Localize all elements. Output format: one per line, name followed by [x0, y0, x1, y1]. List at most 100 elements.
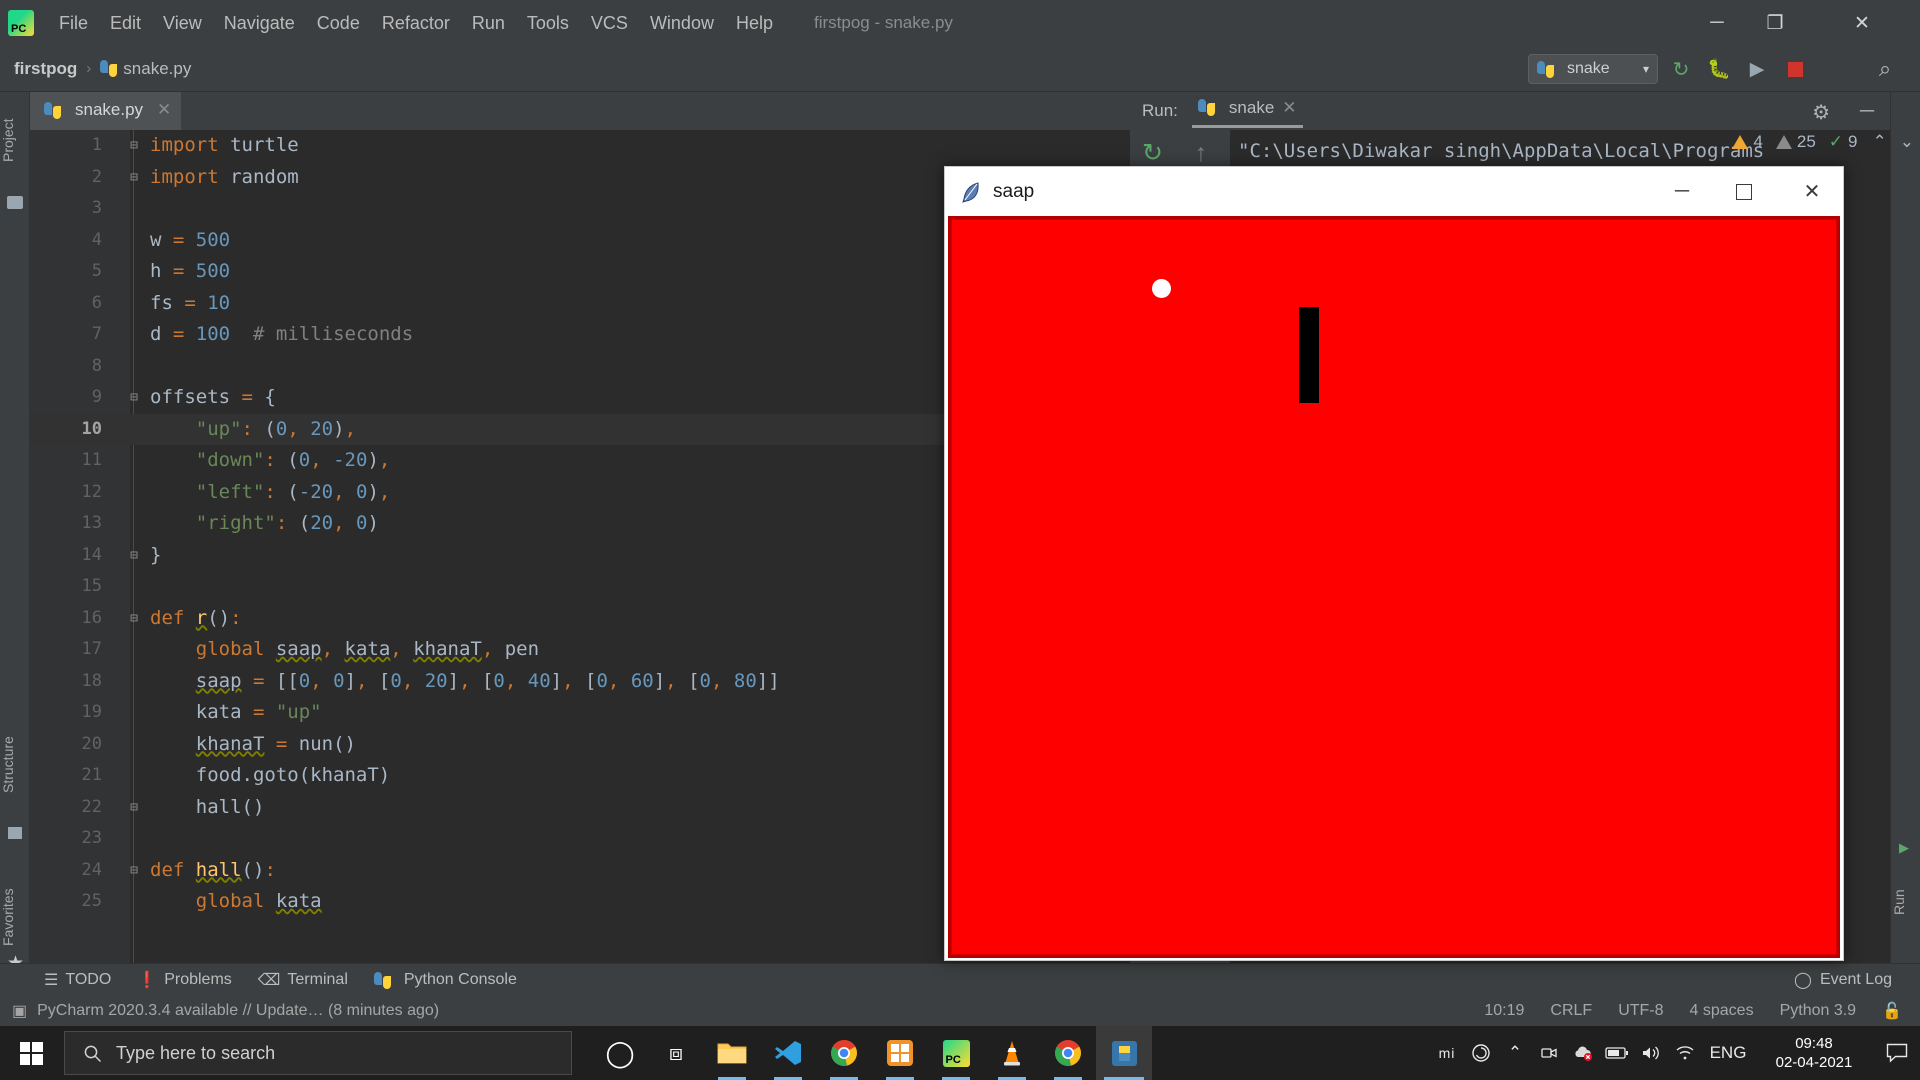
fold-icon[interactable] [126, 634, 142, 666]
window-maximize-button[interactable]: ❐ [1746, 0, 1804, 46]
run-strip-icon[interactable]: ▶ [1899, 840, 1909, 856]
gear-icon[interactable]: ⚙ [1812, 100, 1830, 125]
fold-icon[interactable]: ⊟ [126, 540, 142, 572]
scroll-up-icon[interactable]: ↑ [1188, 140, 1214, 166]
lock-icon[interactable]: 🔓 [1882, 1001, 1902, 1021]
window-close-button[interactable]: ✕ [1804, 0, 1920, 46]
fold-icon[interactable] [126, 193, 142, 225]
fold-icon[interactable] [126, 823, 142, 855]
menu-help[interactable]: Help [725, 9, 784, 38]
breadcrumb-file[interactable]: snake.py [123, 59, 191, 79]
status-message[interactable]: PyCharm 2020.3.4 available // Update… (8… [37, 1002, 439, 1020]
fold-icon[interactable] [126, 508, 142, 540]
taskbar-app-file-explorer[interactable] [704, 1026, 760, 1080]
event-log-button[interactable]: ◯ Event Log [1794, 963, 1892, 996]
chevron-up-icon[interactable]: ⌃ [1498, 1026, 1532, 1080]
action-center-icon[interactable] [1874, 1026, 1920, 1080]
fold-icon[interactable] [126, 288, 142, 320]
window-minimize-button[interactable]: ─ [1688, 0, 1746, 46]
menu-window[interactable]: Window [639, 9, 725, 38]
sidebar-item-project[interactable]: Project [0, 98, 30, 182]
taskbar-app-google-chrome[interactable] [816, 1026, 872, 1080]
fold-icon[interactable] [126, 351, 142, 383]
minimize-icon[interactable]: ─ [1860, 100, 1874, 123]
menu-navigate[interactable]: Navigate [213, 9, 306, 38]
coverage-button[interactable]: ▶ [1742, 54, 1772, 84]
menu-refactor[interactable]: Refactor [371, 9, 461, 38]
fold-icon[interactable] [126, 319, 142, 351]
rerun-icon[interactable]: ↻ [1142, 140, 1168, 166]
menu-run[interactable]: Run [461, 9, 516, 38]
volume-icon[interactable] [1634, 1026, 1668, 1080]
language-indicator[interactable]: ENG [1702, 1026, 1754, 1080]
turtle-close-button[interactable]: ✕ [1781, 167, 1843, 216]
breadcrumb-project[interactable]: firstpog [14, 59, 77, 79]
taskbar-app-python-turtle[interactable] [1096, 1026, 1152, 1080]
python-interpreter[interactable]: Python 3.9 [1780, 1002, 1857, 1020]
menu-edit[interactable]: Edit [99, 9, 152, 38]
inspection-widget[interactable]: 4 25 ✓ 9 ⌃ ⌄ [1732, 132, 1914, 152]
fold-icon[interactable]: ⊟ [126, 603, 142, 635]
fold-icon[interactable] [126, 256, 142, 288]
task-view-icon[interactable]: ⧈ [648, 1026, 704, 1080]
folder-icon[interactable] [7, 196, 23, 209]
menu-view[interactable]: View [152, 9, 213, 38]
fold-icon[interactable]: ⊟ [126, 855, 142, 887]
run-configuration-selector[interactable]: snake ▾ [1528, 54, 1658, 84]
fold-icon[interactable] [126, 477, 142, 509]
fold-icon[interactable] [126, 225, 142, 257]
taskbar-app-pycharm[interactable]: PC [928, 1026, 984, 1080]
menu-tools[interactable]: Tools [516, 9, 580, 38]
fold-icon[interactable] [126, 729, 142, 761]
camera-icon[interactable] [1532, 1026, 1566, 1080]
run-button[interactable]: ↻ [1666, 54, 1696, 84]
taskbar-clock[interactable]: 09:48 02-04-2021 [1754, 1026, 1874, 1080]
fold-icon[interactable]: ⊟ [126, 130, 142, 162]
sidebar-item-structure[interactable]: Structure [0, 712, 30, 818]
taskbar-app-vs-code[interactable] [760, 1026, 816, 1080]
fold-icon[interactable] [126, 760, 142, 792]
menu-vcs[interactable]: VCS [580, 9, 639, 38]
indent-setting[interactable]: 4 spaces [1690, 1002, 1754, 1020]
file-encoding[interactable]: UTF-8 [1618, 1002, 1663, 1020]
turtle-maximize-button[interactable] [1713, 167, 1775, 216]
debug-button[interactable]: 🐛 [1704, 54, 1734, 84]
code-line[interactable]: 1 ⊟ import turtle [30, 130, 1130, 162]
tool-button-problems[interactable]: ❗ Problems [137, 970, 232, 990]
close-icon[interactable]: ✕ [1282, 98, 1296, 118]
start-button[interactable] [0, 1026, 62, 1080]
fold-icon[interactable] [126, 886, 142, 918]
fold-icon[interactable]: ⊟ [126, 382, 142, 414]
line-separator[interactable]: CRLF [1550, 1002, 1592, 1020]
structure-icon[interactable] [8, 827, 22, 839]
chevron-up-icon[interactable]: ⌃ [1873, 132, 1887, 152]
turtle-canvas[interactable] [951, 219, 1837, 955]
tool-button-python-console[interactable]: Python Console [373, 971, 517, 989]
caret-position[interactable]: 10:19 [1484, 1002, 1524, 1020]
run-tab-snake[interactable]: snake ✕ [1191, 94, 1303, 128]
editor-tab-snake-py[interactable]: snake.py ✕ [30, 92, 182, 130]
fold-icon[interactable]: ⊟ [126, 162, 142, 194]
fold-icon[interactable] [126, 571, 142, 603]
wifi-icon[interactable] [1668, 1026, 1702, 1080]
mi-icon[interactable]: mi [1430, 1026, 1464, 1080]
battery-icon[interactable] [1600, 1026, 1634, 1080]
onedrive-error-icon[interactable] [1566, 1026, 1600, 1080]
menu-code[interactable]: Code [306, 9, 371, 38]
turtle-title-bar[interactable]: saap ─ ✕ [945, 167, 1843, 216]
taskbar-app-obs-studio[interactable] [872, 1026, 928, 1080]
taskbar-app-chrome-canary[interactable] [1040, 1026, 1096, 1080]
fold-icon[interactable] [126, 445, 142, 477]
taskbar-search-input[interactable]: Type here to search [64, 1031, 572, 1075]
menu-file[interactable]: File [48, 9, 99, 38]
sidebar-item-run[interactable]: Run [1891, 872, 1920, 932]
fold-icon[interactable] [126, 666, 142, 698]
fold-icon[interactable] [126, 697, 142, 729]
tool-button-terminal[interactable]: ⌫ Terminal [258, 970, 348, 990]
stop-button[interactable] [1780, 54, 1810, 84]
cortana-icon[interactable]: ◯ [592, 1026, 648, 1080]
chevron-down-icon[interactable]: ⌄ [1900, 132, 1914, 152]
spiral-icon[interactable] [1464, 1026, 1498, 1080]
tool-button-todo[interactable]: ☰ TODO [44, 970, 111, 990]
fold-icon[interactable]: ⊟ [126, 792, 142, 824]
